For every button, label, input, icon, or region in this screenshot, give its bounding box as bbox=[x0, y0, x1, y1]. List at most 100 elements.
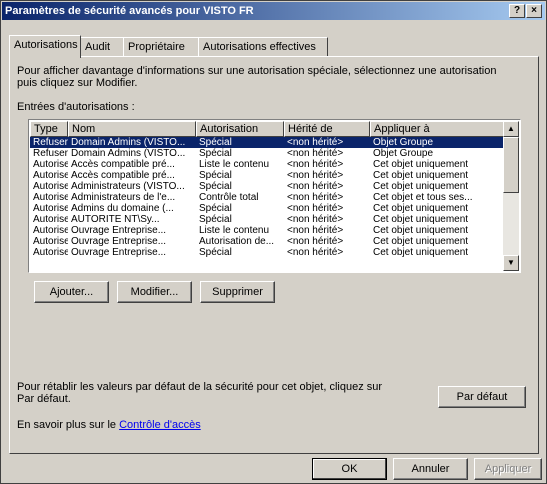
remove-button[interactable]: Supprimer bbox=[200, 281, 275, 303]
close-button[interactable]: × bbox=[526, 4, 542, 18]
cell-name: Accès compatible pré... bbox=[71, 170, 175, 181]
table-row[interactable]: AutoriserAccès compatible pré... Spécial <… bbox=[30, 170, 505, 181]
cell-apply: Cet objet uniquement bbox=[373, 159, 469, 170]
cell-permission: Spécial bbox=[199, 181, 232, 192]
cell-inherited: <non hérité> bbox=[287, 236, 344, 247]
cell-permission: Liste le contenu bbox=[199, 225, 270, 236]
cell-inherited: <non hérité> bbox=[287, 148, 344, 159]
cell-apply: Cet objet uniquement bbox=[373, 225, 469, 236]
column-header-permission[interactable]: Autorisation bbox=[196, 121, 284, 137]
cell-apply: Cet objet uniquement bbox=[373, 181, 469, 192]
cell-permission: Spécial bbox=[199, 137, 232, 148]
cell-permission: Autorisation de... bbox=[199, 236, 275, 247]
cell-apply: Objet Groupe bbox=[373, 137, 434, 148]
cell-permission: Spécial bbox=[199, 247, 232, 258]
cell-name: Accès compatible pré... bbox=[71, 159, 175, 170]
list-rows: Refuser Domain Admins (VISTO... Spécial <no… bbox=[30, 137, 505, 258]
cell-permission: Contrôle total bbox=[199, 192, 259, 203]
cell-inherited: <non hérité> bbox=[287, 137, 344, 148]
cell-inherited: <non hérité> bbox=[287, 203, 344, 214]
table-row[interactable]: AutoriserOuvrage Entreprise... Liste le c… bbox=[30, 225, 505, 236]
title-bar: Paramètres de sécurité avancés pour VIST… bbox=[2, 2, 545, 20]
scroll-down-icon[interactable]: ▼ bbox=[503, 255, 519, 271]
cell-type: Autoriser bbox=[33, 181, 68, 192]
tab-proprietaire[interactable]: Propriétaire bbox=[123, 37, 199, 57]
list-content: Type Nom Autorisation Hérité de Applique… bbox=[30, 121, 505, 271]
default-description: Pour rétablir les valeurs par défaut de … bbox=[17, 381, 383, 405]
cell-inherited: <non hérité> bbox=[287, 181, 344, 192]
list-header: Type Nom Autorisation Hérité de Applique… bbox=[30, 121, 505, 137]
cell-inherited: <non hérité> bbox=[287, 214, 344, 225]
cell-inherited: <non hérité> bbox=[287, 192, 344, 203]
cell-type: Autoriser bbox=[33, 203, 68, 214]
cell-name: Domain Admins (VISTO... bbox=[71, 148, 186, 159]
cell-name: Ouvrage Entreprise... bbox=[71, 247, 167, 258]
add-button[interactable]: Ajouter... bbox=[34, 281, 109, 303]
cell-permission: Liste le contenu bbox=[199, 159, 270, 170]
window-title: Paramètres de sécurité avancés pour VIST… bbox=[5, 5, 254, 17]
dialog-window: Paramètres de sécurité avancés pour VIST… bbox=[0, 0, 547, 484]
table-row[interactable]: Refuser Domain Admins (VISTO... Spécial <no… bbox=[30, 148, 505, 159]
cell-type: Refuser bbox=[33, 148, 68, 159]
cancel-button[interactable]: Annuler bbox=[393, 458, 468, 480]
learn-more-prefix: En savoir plus sur le bbox=[17, 419, 120, 431]
tab-autorisations[interactable]: Autorisations bbox=[9, 35, 81, 58]
column-header-inherited[interactable]: Hérité de bbox=[284, 121, 370, 137]
apply-button[interactable]: Appliquer bbox=[474, 458, 542, 480]
column-header-apply-to[interactable]: Appliquer à bbox=[370, 121, 505, 137]
default-button[interactable]: Par défaut bbox=[438, 386, 526, 408]
scroll-up-icon[interactable]: ▲ bbox=[503, 121, 519, 137]
cell-apply: Cet objet uniquement bbox=[373, 214, 469, 225]
cell-name: Ouvrage Entreprise... bbox=[71, 236, 167, 247]
cell-name: Administrateurs de l'e... bbox=[71, 192, 176, 203]
table-row[interactable]: AutoriserOuvrage Entreprise... Autorisati… bbox=[30, 236, 505, 247]
list-label: Entrées d'autorisations : bbox=[17, 101, 135, 113]
cell-inherited: <non hérité> bbox=[287, 159, 344, 170]
cell-type: Autoriser bbox=[33, 159, 68, 170]
cell-apply: Cet objet uniquement bbox=[373, 247, 469, 258]
tab-audit[interactable]: Audit bbox=[80, 37, 124, 57]
permissions-list[interactable]: Type Nom Autorisation Hérité de Applique… bbox=[28, 119, 521, 273]
cell-type: Refuser bbox=[33, 137, 68, 148]
cell-inherited: <non hérité> bbox=[287, 225, 344, 236]
cell-apply: Cet objet uniquement bbox=[373, 170, 469, 181]
cell-inherited: <non hérité> bbox=[287, 170, 344, 181]
cell-name: Ouvrage Entreprise... bbox=[71, 225, 167, 236]
cell-name: Administrateurs (VISTO... bbox=[71, 181, 185, 192]
cell-type: Autoriser bbox=[33, 225, 68, 236]
column-header-type[interactable]: Type bbox=[30, 121, 68, 137]
edit-button[interactable]: Modifier... bbox=[117, 281, 192, 303]
cell-apply: Objet Groupe bbox=[373, 148, 434, 159]
help-button[interactable]: ? bbox=[509, 4, 525, 18]
cell-type: Autoriser bbox=[33, 214, 68, 225]
access-control-link[interactable]: Contrôle d'accès bbox=[119, 419, 201, 431]
cell-apply: Cet objet uniquement bbox=[373, 203, 469, 214]
table-row[interactable]: AutoriserAccès compatible pré... Liste le… bbox=[30, 159, 505, 170]
tab-autorisations-effectives[interactable]: Autorisations effectives bbox=[198, 37, 328, 57]
table-row[interactable]: AutoriserAUTORITE NT\Sy... Spécial <non hé… bbox=[30, 214, 505, 225]
table-row[interactable]: AutoriserAdministrateurs de l'e... Contrô… bbox=[30, 192, 505, 203]
cell-permission: Spécial bbox=[199, 214, 232, 225]
table-row[interactable]: AutoriserOuvrage Entreprise... Spécial <no… bbox=[30, 247, 505, 258]
learn-more-text: En savoir plus sur le Contrôle d'accès bbox=[17, 419, 201, 431]
table-row[interactable]: AutoriserAdministrateurs (VISTO... Spécia… bbox=[30, 181, 505, 192]
cell-permission: Spécial bbox=[199, 203, 232, 214]
ok-button[interactable]: OK bbox=[312, 458, 387, 480]
table-row[interactable]: AutoriserAdmins du domaine (... Spécial <n… bbox=[30, 203, 505, 214]
cell-permission: Spécial bbox=[199, 170, 232, 181]
cell-type: Autoriser bbox=[33, 236, 68, 247]
cell-type: Autoriser bbox=[33, 170, 68, 181]
cell-name: AUTORITE NT\Sy... bbox=[71, 214, 160, 225]
scroll-thumb[interactable] bbox=[503, 137, 519, 193]
cell-inherited: <non hérité> bbox=[287, 247, 344, 258]
cell-apply: Cet objet et tous ses... bbox=[373, 192, 473, 203]
cell-type: Autoriser bbox=[33, 192, 68, 203]
cell-name: Admins du domaine (... bbox=[71, 203, 174, 214]
table-row[interactable]: Refuser Domain Admins (VISTO... Spécial <no… bbox=[30, 137, 505, 148]
column-header-name[interactable]: Nom bbox=[68, 121, 196, 137]
cell-type: Autoriser bbox=[33, 247, 68, 258]
cell-apply: Cet objet uniquement bbox=[373, 236, 469, 247]
vertical-scrollbar[interactable]: ▲ ▼ bbox=[503, 121, 519, 271]
description-text: Pour afficher davantage d'informations s… bbox=[17, 65, 497, 89]
cell-permission: Spécial bbox=[199, 148, 232, 159]
